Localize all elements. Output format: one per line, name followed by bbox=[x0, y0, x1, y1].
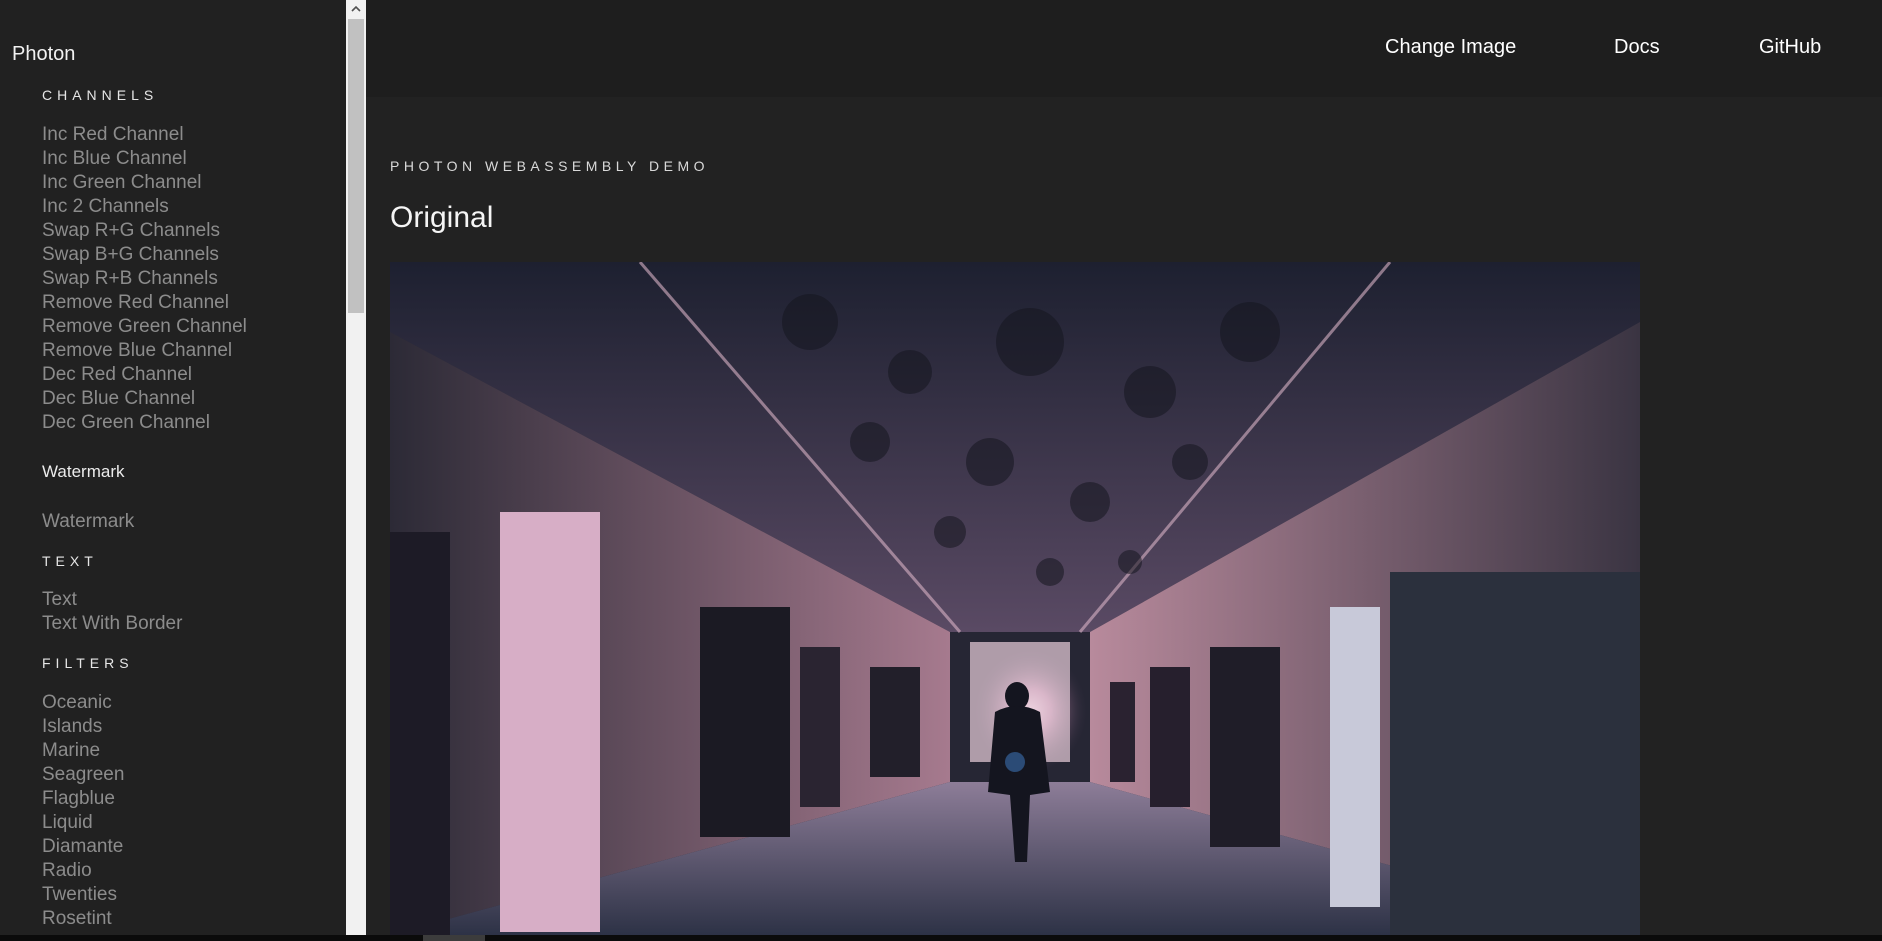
menu-item-inc-red-channel[interactable]: Inc Red Channel bbox=[42, 123, 247, 147]
menu-item-flagblue[interactable]: Flagblue bbox=[42, 787, 124, 811]
sidebar: Photon CHANNELS Inc Red Channel Inc Blue… bbox=[0, 0, 346, 935]
menu-item-inc-2-channels[interactable]: Inc 2 Channels bbox=[42, 195, 247, 219]
menu-item-dec-red-channel[interactable]: Dec Red Channel bbox=[42, 363, 247, 387]
menu-item-liquid[interactable]: Liquid bbox=[42, 811, 124, 835]
brand-title[interactable]: Photon bbox=[12, 43, 75, 66]
nav-change-image-link[interactable]: Change Image bbox=[1385, 36, 1516, 59]
menu-item-dec-blue-channel[interactable]: Dec Blue Channel bbox=[42, 387, 247, 411]
channels-heading: CHANNELS bbox=[42, 87, 159, 103]
filters-list: Oceanic Islands Marine Seagreen Flagblue… bbox=[42, 691, 124, 931]
menu-item-text[interactable]: Text bbox=[42, 588, 182, 612]
demo-eyebrow: PHOTON WEBASSEMBLY DEMO bbox=[390, 158, 709, 174]
nav-github-link[interactable]: GitHub bbox=[1759, 36, 1821, 59]
menu-item-seagreen[interactable]: Seagreen bbox=[42, 763, 124, 787]
nav-docs-link[interactable]: Docs bbox=[1614, 36, 1660, 59]
menu-item-twenties[interactable]: Twenties bbox=[42, 883, 124, 907]
menu-item-marine[interactable]: Marine bbox=[42, 739, 124, 763]
menu-item-swap-rb-channels[interactable]: Swap R+B Channels bbox=[42, 267, 247, 291]
main-content: Change Image Docs GitHub PHOTON WEBASSEM… bbox=[366, 0, 1882, 935]
watermark-list: Watermark bbox=[42, 510, 134, 534]
menu-item-radio[interactable]: Radio bbox=[42, 859, 124, 883]
menu-item-text-with-border[interactable]: Text With Border bbox=[42, 612, 182, 636]
watermark-heading: Watermark bbox=[42, 462, 125, 481]
menu-item-remove-blue-channel[interactable]: Remove Blue Channel bbox=[42, 339, 247, 363]
menu-item-remove-red-channel[interactable]: Remove Red Channel bbox=[42, 291, 247, 315]
horizontal-scrollbar[interactable] bbox=[0, 935, 1882, 941]
scrollbar-thumb[interactable] bbox=[348, 19, 364, 313]
menu-item-oceanic[interactable]: Oceanic bbox=[42, 691, 124, 715]
menu-item-rosetint[interactable]: Rosetint bbox=[42, 907, 124, 931]
page-title: Original bbox=[390, 201, 494, 234]
horizontal-scrollbar-thumb[interactable] bbox=[423, 935, 485, 941]
original-image bbox=[390, 262, 1640, 935]
menu-item-watermark[interactable]: Watermark bbox=[42, 510, 134, 534]
top-nav: Change Image Docs GitHub bbox=[366, 0, 1882, 97]
filters-heading: FILTERS bbox=[42, 655, 134, 671]
channels-list: Inc Red Channel Inc Blue Channel Inc Gre… bbox=[42, 123, 247, 435]
menu-item-remove-green-channel[interactable]: Remove Green Channel bbox=[42, 315, 247, 339]
scroll-up-arrow-icon[interactable] bbox=[346, 0, 366, 17]
text-heading: TEXT bbox=[42, 553, 98, 569]
menu-item-dec-green-channel[interactable]: Dec Green Channel bbox=[42, 411, 247, 435]
menu-item-inc-blue-channel[interactable]: Inc Blue Channel bbox=[42, 147, 247, 171]
menu-item-swap-bg-channels[interactable]: Swap B+G Channels bbox=[42, 243, 247, 267]
text-list: Text Text With Border bbox=[42, 588, 182, 636]
menu-item-diamante[interactable]: Diamante bbox=[42, 835, 124, 859]
menu-item-islands[interactable]: Islands bbox=[42, 715, 124, 739]
menu-item-inc-green-channel[interactable]: Inc Green Channel bbox=[42, 171, 247, 195]
sidebar-scrollbar[interactable] bbox=[346, 0, 366, 935]
menu-item-swap-rg-channels[interactable]: Swap R+G Channels bbox=[42, 219, 247, 243]
